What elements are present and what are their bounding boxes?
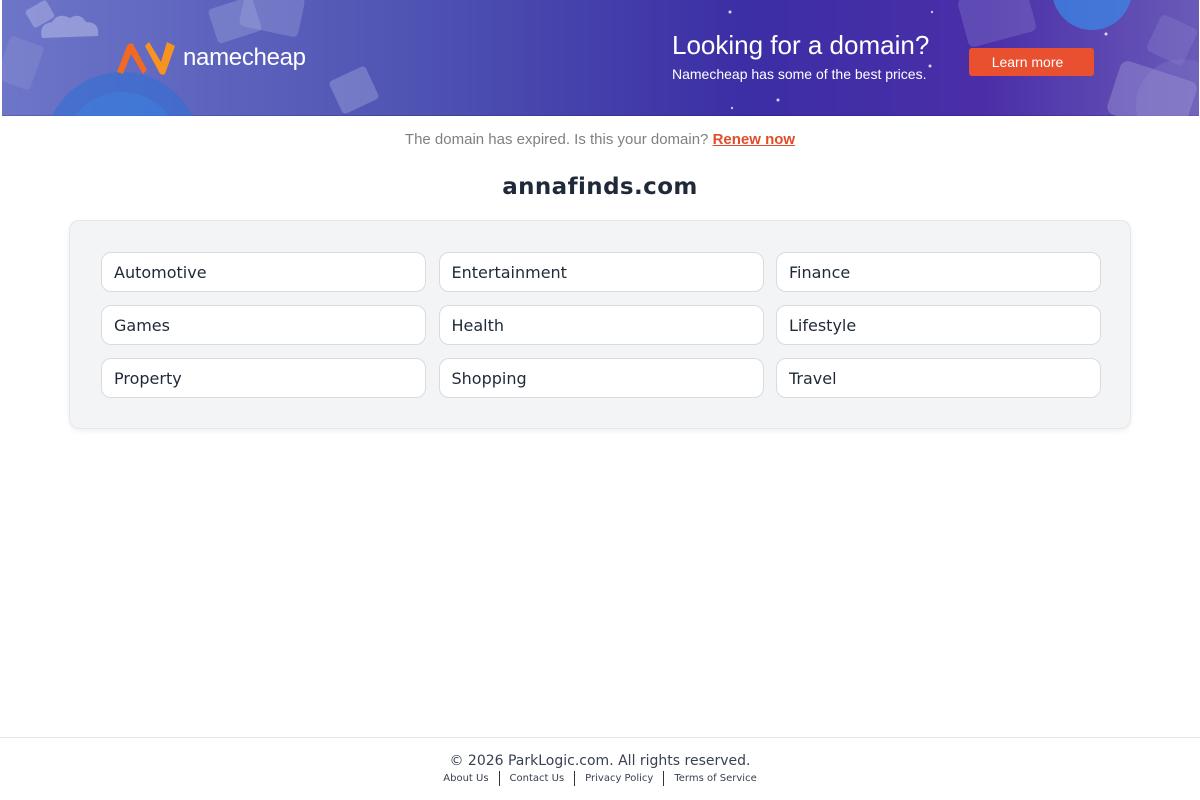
domain-title: annafinds.com bbox=[502, 174, 698, 200]
learn-more-button[interactable]: Learn more bbox=[969, 48, 1094, 76]
category-automotive[interactable]: Automotive bbox=[101, 252, 426, 292]
renew-now-link[interactable]: Renew now bbox=[713, 131, 796, 148]
expired-notice: The domain has expired. Is this your dom… bbox=[0, 131, 1200, 148]
footer-divider bbox=[574, 771, 576, 786]
category-finance[interactable]: Finance bbox=[776, 252, 1101, 292]
footer-divider bbox=[498, 771, 500, 786]
footer-link-about-us[interactable]: About Us bbox=[443, 773, 488, 784]
footer: © 2026 ParkLogic.com. All rights reserve… bbox=[0, 737, 1200, 800]
namecheap-logo[interactable]: namecheap bbox=[115, 40, 306, 76]
footer-link-privacy-policy[interactable]: Privacy Policy bbox=[585, 773, 653, 784]
categories-grid: Automotive Entertainment Finance Games H… bbox=[101, 252, 1101, 398]
copyright-text: © 2026 ParkLogic.com. All rights reserve… bbox=[449, 753, 751, 769]
category-property[interactable]: Property bbox=[101, 358, 426, 398]
category-health[interactable]: Health bbox=[438, 305, 764, 345]
expired-text: The domain has expired. Is this your dom… bbox=[404, 131, 709, 148]
footer-divider bbox=[663, 771, 665, 786]
promo-subtitle: Namecheap has some of the best prices. bbox=[672, 66, 927, 82]
footer-links: About Us Contact Us Privacy Policy Terms… bbox=[0, 771, 1200, 786]
categories-panel: Automotive Entertainment Finance Games H… bbox=[69, 220, 1131, 429]
footer-link-terms-of-service[interactable]: Terms of Service bbox=[674, 773, 756, 784]
page: namecheap Looking for a domain? Namechea… bbox=[0, 0, 1200, 800]
logo-wordmark: namecheap bbox=[183, 44, 306, 71]
category-shopping[interactable]: Shopping bbox=[438, 358, 764, 398]
category-travel[interactable]: Travel bbox=[776, 358, 1101, 398]
footer-link-contact-us[interactable]: Contact Us bbox=[510, 773, 565, 784]
category-games[interactable]: Games bbox=[101, 305, 426, 345]
namecheap-banner[interactable]: namecheap Looking for a domain? Namechea… bbox=[2, 0, 1199, 116]
category-entertainment[interactable]: Entertainment bbox=[438, 252, 764, 292]
promo-title: Looking for a domain? bbox=[672, 30, 930, 60]
category-lifestyle[interactable]: Lifestyle bbox=[776, 305, 1101, 345]
namecheap-logo-icon bbox=[117, 42, 175, 75]
